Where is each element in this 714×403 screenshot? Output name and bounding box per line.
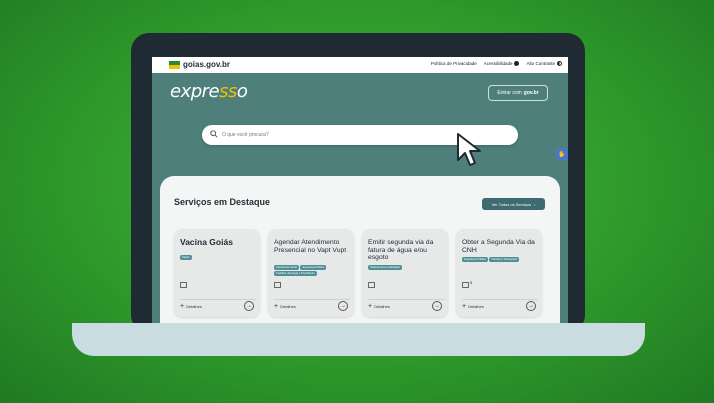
top-links: Política de Privacidade Acessibilidade A… <box>431 61 562 66</box>
arrow-right-icon[interactable]: → <box>526 301 536 311</box>
mouse-pointer-icon <box>457 133 481 166</box>
tag: Trânsito e Transportes <box>489 257 520 262</box>
divider <box>274 299 350 300</box>
arrow-right-icon[interactable]: → <box>432 301 442 311</box>
tag: Segurança Pública <box>462 257 488 262</box>
tag: Segurança Pública <box>300 265 327 270</box>
search-icon <box>210 130 218 138</box>
tag: Assistência Social <box>274 265 299 270</box>
accessibility-link[interactable]: Acessibilidade <box>484 61 520 66</box>
gov-flag-icon <box>169 61 180 69</box>
accessibility-icon <box>514 61 520 66</box>
arrow-right-icon[interactable]: → <box>244 301 254 311</box>
card-tags: Assistência Social Segurança Pública Tra… <box>274 265 350 276</box>
gov-topbar: goias.gov.br Política de Privacidade Ace… <box>152 57 568 74</box>
see-all-button[interactable]: Ver Todos os Serviços › <box>482 198 545 210</box>
monitor-icon <box>274 282 281 288</box>
privacy-link[interactable]: Política de Privacidade <box>431 61 477 66</box>
card-tags: Saúde <box>180 255 256 260</box>
tag: Infraestrutura e Habitação <box>368 265 402 270</box>
tag: Saúde <box>180 255 192 260</box>
chevron-right-icon: › <box>534 201 536 207</box>
service-card[interactable]: Obter a Segunda Via da CNH Segurança Púb… <box>456 229 542 317</box>
card-tags: Segurança Pública Trânsito e Transportes <box>462 257 538 262</box>
plus-icon: + <box>274 303 279 310</box>
service-card[interactable]: Vacina Goiás Saúde + Detalhes → <box>174 229 260 317</box>
section-title: Serviços em Destaque <box>174 197 271 207</box>
laptop-screen: goias.gov.br Política de Privacidade Ace… <box>152 57 568 323</box>
high-contrast-link[interactable]: Alto Contraste <box>526 61 562 66</box>
plus-icon: + <box>462 303 467 310</box>
details-link[interactable]: + Detalhes <box>462 303 484 310</box>
monitor-icon <box>368 282 375 288</box>
card-title: Vacina Goiás <box>180 237 233 247</box>
card-title: Obter a Segunda Via da CNH <box>462 239 535 254</box>
monitor-icon <box>462 282 469 288</box>
gov-site-link[interactable]: goias.gov.br <box>183 60 230 69</box>
service-card[interactable]: Agendar Atendimento Presencial no Vapt V… <box>268 229 354 317</box>
card-tags: Infraestrutura e Habitação <box>368 265 444 270</box>
divider <box>368 299 444 300</box>
expresso-logo[interactable]: expresso <box>170 81 248 102</box>
contrast-icon <box>557 61 562 66</box>
card-title: Emitir segunda via da fatura de água e/o… <box>368 239 434 262</box>
card-title: Agendar Atendimento Presencial no Vapt V… <box>274 239 347 254</box>
details-link[interactable]: + Detalhes <box>274 303 296 310</box>
tag: Trabalho, Emprego e Previdência <box>274 271 317 276</box>
details-link[interactable]: + Detalhes <box>180 303 202 310</box>
arrow-right-icon[interactable]: → <box>338 301 348 311</box>
fee-icon: $ <box>470 280 473 285</box>
hero-banner: expresso Entrar comgov.br ✋ Serviços em … <box>152 73 568 323</box>
plus-icon: + <box>180 303 185 310</box>
plus-icon: + <box>368 303 373 310</box>
laptop-base <box>72 323 645 356</box>
service-card[interactable]: Emitir segunda via da fatura de água e/o… <box>362 229 448 317</box>
monitor-icon <box>180 282 187 288</box>
vlibras-icon[interactable]: ✋ <box>556 148 568 160</box>
services-panel: Serviços em Destaque Ver Todos os Serviç… <box>160 176 560 323</box>
divider <box>180 299 256 300</box>
login-govbr-button[interactable]: Entrar com gov.br <box>488 85 548 101</box>
details-link[interactable]: + Detalhes <box>368 303 390 310</box>
divider <box>462 299 538 300</box>
